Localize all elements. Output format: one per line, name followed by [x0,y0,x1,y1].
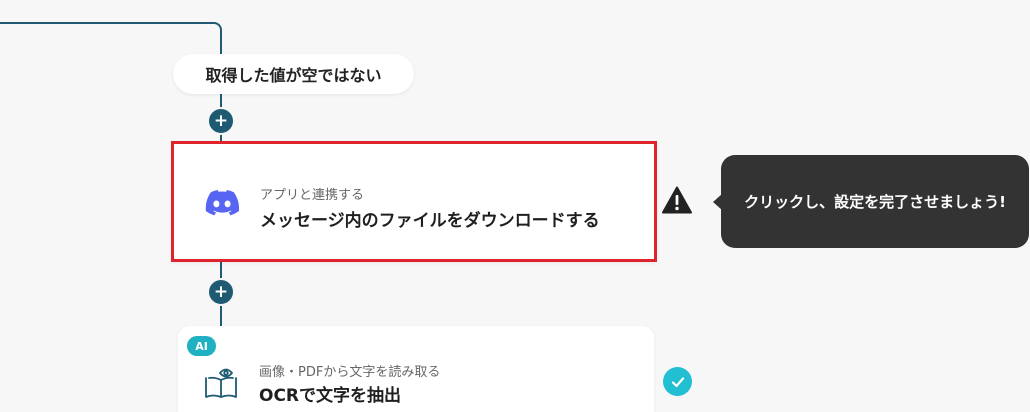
step-card-download-file[interactable]: アプリと連携する メッセージ内のファイルをダウンロードする [171,141,657,262]
ai-badge: AI [187,336,216,356]
step-subtitle: 画像・PDFから文字を読み取る [259,365,441,380]
step-card-ocr[interactable]: AI 画像・PDFから文字を読み取る OCRで文字を抽出 [178,326,654,412]
flow-canvas: 取得した値が空ではない + + アプリと連携する メッセージ内のファイルをダウン… [0,0,1030,412]
condition-label[interactable]: 取得した値が空ではない [173,54,414,94]
step-title: OCRで文字を抽出 [259,386,402,406]
tooltip-text: クリックし、設定を完了させましょう! [744,193,1006,211]
add-step-button[interactable]: + [207,107,235,135]
plus-icon: + [213,110,229,131]
tooltip: クリックし、設定を完了させましょう! [721,155,1029,248]
discord-icon [205,190,239,216]
plus-icon: + [213,281,229,302]
step-subtitle: アプリと連携する [260,188,365,203]
add-step-button[interactable]: + [207,278,235,306]
book-scan-icon [205,368,237,398]
warning-icon [662,186,692,214]
step-title: メッセージ内のファイルをダウンロードする [260,211,600,231]
check-icon [663,367,692,396]
